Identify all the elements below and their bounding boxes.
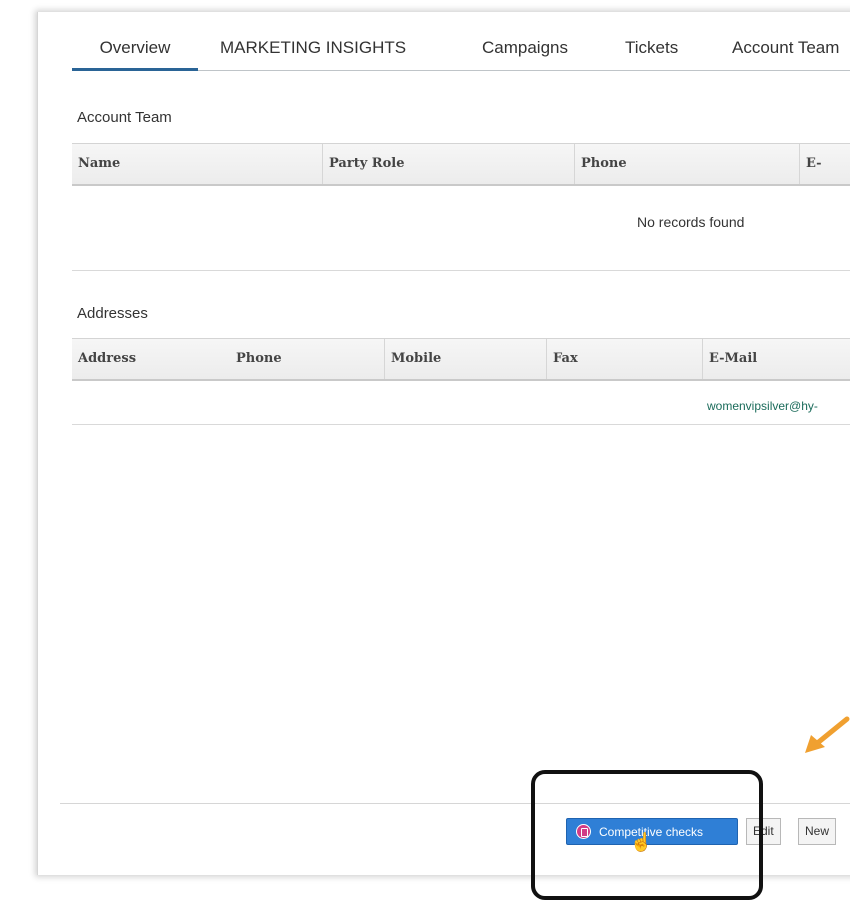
tab-bar: Overview MARKETING INSIGHTS Campaigns Ti… xyxy=(72,36,850,71)
new-button[interactable]: New xyxy=(798,818,837,845)
window-frame xyxy=(37,12,850,875)
email-link[interactable]: womenvipsilver@hy- xyxy=(707,399,818,413)
column-header-email[interactable]: E- xyxy=(799,144,850,184)
column-header-mobile[interactable]: Mobile xyxy=(384,339,544,379)
account-team-header: Name Party Role Phone E- xyxy=(72,144,850,186)
tab-label: Account Team xyxy=(732,38,840,57)
tab-account-team[interactable]: Account Team xyxy=(732,36,839,68)
addresses-table: Address Phone Mobile Fax E-Mail xyxy=(72,338,850,381)
tab-label: Tickets xyxy=(625,38,679,57)
tab-overview[interactable]: Overview xyxy=(72,36,198,71)
column-header-name[interactable]: Name xyxy=(72,144,322,184)
no-records-message: No records found xyxy=(637,214,745,230)
tab-label: MARKETING INSIGHTS xyxy=(220,38,407,57)
annotation-highlight-box xyxy=(531,770,763,900)
column-header-phone[interactable]: Phone xyxy=(574,144,799,184)
tab-tickets[interactable]: Tickets xyxy=(625,36,678,68)
column-header-fax[interactable]: Fax xyxy=(546,339,701,379)
account-team-title: Account Team xyxy=(77,109,172,126)
addresses-header: Address Phone Mobile Fax E-Mail xyxy=(72,339,850,381)
tab-campaigns[interactable]: Campaigns xyxy=(482,36,568,68)
addresses-title: Addresses xyxy=(77,305,148,322)
tab-marketing-insights[interactable]: MARKETING INSIGHTS xyxy=(220,36,406,68)
tab-label: Campaigns xyxy=(482,38,568,57)
annotation-arrow-icon xyxy=(805,716,850,753)
account-team-table: Name Party Role Phone E- xyxy=(72,143,850,186)
divider xyxy=(72,270,850,271)
new-label: New xyxy=(805,824,830,838)
column-header-address[interactable]: Address xyxy=(72,339,224,379)
tab-label: Overview xyxy=(99,38,171,57)
column-header-party-role[interactable]: Party Role xyxy=(322,144,572,184)
divider xyxy=(72,424,850,425)
column-header-phone[interactable]: Phone xyxy=(230,339,382,379)
column-header-email[interactable]: E-Mail xyxy=(702,339,850,379)
